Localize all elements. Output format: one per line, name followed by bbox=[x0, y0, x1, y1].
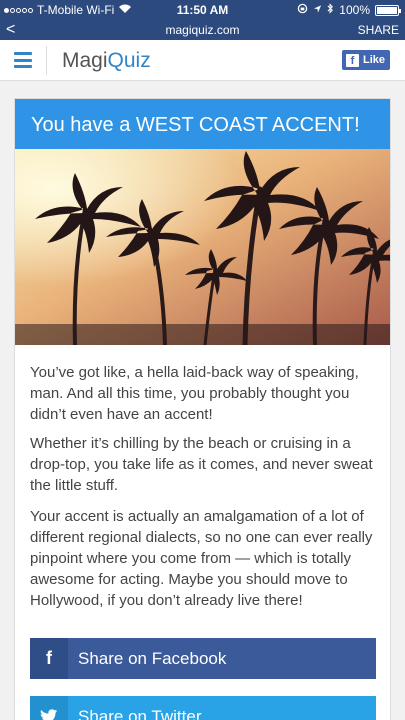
share-twitter-label: Share on Twitter bbox=[78, 706, 202, 720]
battery-percent: 100% bbox=[339, 3, 370, 17]
header-divider bbox=[46, 46, 47, 75]
facebook-icon: f bbox=[346, 53, 359, 67]
logo-magi: Magi bbox=[62, 49, 108, 72]
result-paragraph-3: Your accent is actually an amalgamation … bbox=[30, 508, 373, 609]
site-logo[interactable]: MagiQuiz bbox=[62, 49, 151, 73]
facebook-like-button[interactable]: f Like bbox=[342, 50, 390, 70]
location-icon bbox=[313, 3, 322, 17]
share-facebook-button[interactable]: f Share on Facebook bbox=[30, 638, 376, 679]
share-twitter-button[interactable]: Share on Twitter bbox=[30, 696, 376, 720]
result-paragraph-2: Whether it’s chilling by the beach or cr… bbox=[30, 435, 373, 494]
result-title: You have a WEST COAST ACCENT! bbox=[15, 99, 390, 149]
share-facebook-label: Share on Facebook bbox=[78, 648, 227, 668]
bluetooth-icon bbox=[327, 3, 334, 17]
share-link[interactable]: SHARE bbox=[358, 23, 399, 37]
logo-quiz: Quiz bbox=[107, 49, 151, 72]
facebook-icon: f bbox=[30, 638, 68, 679]
hamburger-menu-icon[interactable] bbox=[14, 52, 32, 68]
result-card: You have a WEST COAST ACCENT! You’ve got… bbox=[14, 98, 391, 720]
palm-trees-image bbox=[15, 149, 390, 345]
status-bar: T-Mobile Wi-Fi 11:50 AM 100% bbox=[0, 0, 405, 20]
twitter-icon bbox=[30, 696, 68, 720]
rotation-lock-icon bbox=[297, 3, 308, 17]
url-text[interactable]: magiquiz.com bbox=[0, 23, 405, 37]
url-bar: < magiquiz.com SHARE bbox=[0, 20, 405, 40]
like-label: Like bbox=[363, 54, 386, 66]
status-right: 100% bbox=[297, 3, 401, 17]
site-header: MagiQuiz f Like bbox=[0, 40, 405, 81]
result-paragraph-1: You’ve got like, a hella laid-back way o… bbox=[30, 364, 359, 423]
battery-icon bbox=[375, 4, 401, 16]
